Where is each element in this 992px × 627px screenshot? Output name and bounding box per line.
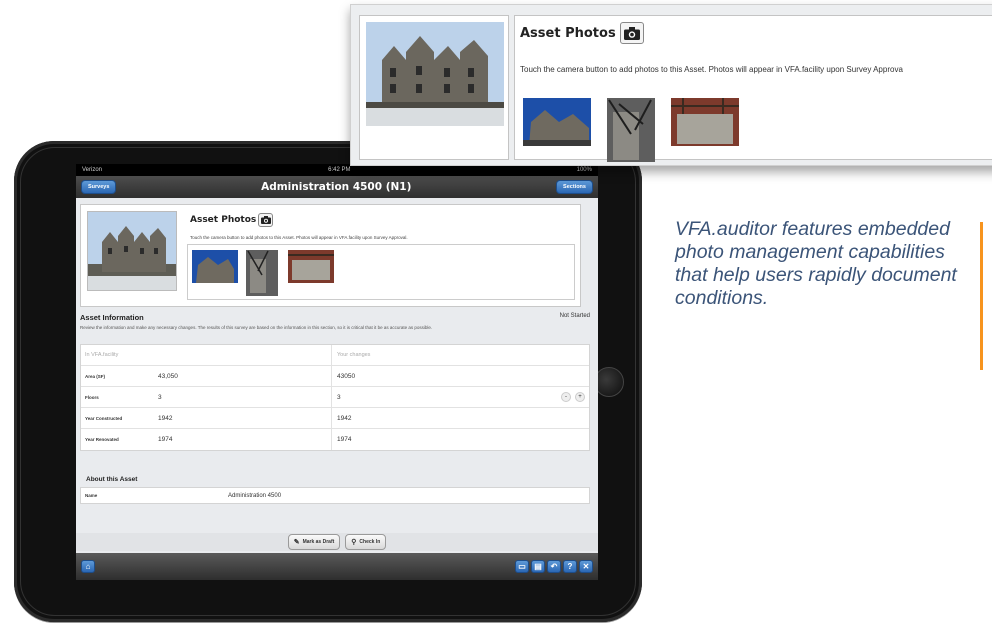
toolbar-right-group: ▭ ▤ ↶ ? ✕ (515, 560, 593, 573)
mark-as-draft-button[interactable]: ✎ Mark as Draft (287, 534, 341, 550)
asset-photos-title: Asset Photos (190, 215, 257, 225)
row-label: Area (SF) (85, 373, 106, 379)
photo-thumb-1 (192, 250, 238, 283)
name-value: Administration 4500 (228, 492, 282, 499)
mark-as-draft-label: Mark as Draft (302, 539, 335, 545)
callout-title: Asset Photos (520, 26, 616, 41)
column-changes: Your changes (337, 352, 371, 358)
row-label: Floors (85, 394, 99, 400)
row-current-value: 1942 (158, 408, 332, 428)
table-header: In VFA.facility Your changes (81, 345, 589, 366)
row-new-input[interactable]: 3 - + (332, 387, 589, 407)
zoom-callout: Asset Photos Touch the camera button to … (350, 4, 992, 166)
feature-caption: VFA.auditor features embedded photo mana… (675, 218, 957, 309)
name-label: Name (85, 493, 98, 498)
stage: Verizon 6:42 PM 100% Surveys Administrat… (0, 0, 992, 627)
callout-main-photo[interactable] (359, 15, 509, 160)
accent-bar (980, 222, 983, 370)
undo-icon[interactable]: ↶ (547, 560, 561, 573)
asset-photos-panel: Asset Photos Touch the camera button to … (80, 204, 581, 307)
decrement-button[interactable]: - (561, 392, 571, 402)
callout-photos-panel: Asset Photos Touch the camera button to … (514, 15, 992, 162)
photo-thumb-3 (288, 250, 334, 283)
nav-bar: Surveys Administration 4500 (N1) Section… (76, 176, 598, 198)
carrier-label: Verizon (82, 167, 103, 173)
row-new-input[interactable]: 1974 (332, 429, 589, 450)
notes-icon[interactable]: ▤ (531, 560, 545, 573)
page-title: Administration 4500 (N1) (261, 181, 412, 193)
check-in-label: Check In (359, 539, 381, 545)
about-heading: About this Asset (86, 476, 138, 483)
check-in-button[interactable]: ⚲ Check In (345, 534, 387, 550)
asset-main-photo[interactable] (87, 211, 177, 291)
survey-content: Asset Photos Touch the camera button to … (76, 198, 598, 530)
about-name-row: Name Administration 4500 (80, 487, 590, 504)
action-bar: ✎ Mark as Draft ⚲ Check In (76, 533, 598, 551)
row-label: Year Renovated (85, 437, 119, 442)
ipad-screen: Verizon 6:42 PM 100% Surveys Administrat… (76, 164, 598, 580)
asset-info-table: In VFA.facility Your changes Area (SF) 4… (80, 344, 590, 451)
help-icon[interactable]: ? (563, 560, 577, 573)
table-row: Area (SF) 43,050 43050 (81, 366, 589, 387)
callout-thumb-2 (607, 98, 655, 162)
home-icon[interactable]: ⌂ (81, 560, 95, 573)
photo-thumb-2 (246, 250, 278, 296)
tools-icon[interactable]: ✕ (579, 560, 593, 573)
row-label: Year Constructed (85, 415, 123, 421)
bottom-toolbar: ⌂ ▭ ▤ ↶ ? ✕ (76, 553, 598, 580)
edit-icon: ✎ (293, 539, 300, 546)
asset-info-description: Review the information and make any nece… (80, 325, 433, 330)
pin-icon: ⚲ (351, 539, 357, 546)
callout-photo-strip (523, 94, 763, 164)
table-row: Year Constructed 1942 1942 (81, 408, 589, 429)
row-new-input[interactable]: 1942 (332, 408, 589, 428)
callout-thumb-1 (523, 98, 591, 146)
camera-toolbar-icon[interactable]: ▭ (515, 560, 529, 573)
row-current-value: 1974 (158, 429, 332, 450)
camera-icon[interactable] (620, 22, 644, 44)
row-new-input[interactable]: 43050 (332, 366, 589, 386)
table-row: Year Renovated 1974 1974 (81, 429, 589, 450)
camera-icon[interactable] (258, 213, 273, 227)
photo-strip (187, 244, 575, 300)
asset-info-heading: Asset Information (80, 313, 144, 322)
column-current: In VFA.facility (81, 345, 332, 365)
callout-description: Touch the camera button to add photos to… (520, 65, 903, 74)
clock-label: 6:42 PM (328, 167, 351, 173)
ipad-device: Verizon 6:42 PM 100% Surveys Administrat… (14, 141, 642, 622)
increment-button[interactable]: + (575, 392, 585, 402)
asset-photos-description: Touch the camera button to add photos to… (190, 235, 408, 240)
home-button[interactable] (594, 367, 624, 397)
survey-status: Not Started (559, 313, 590, 319)
floors-value: 3 (337, 393, 341, 401)
callout-thumb-3 (671, 98, 739, 146)
row-current-value: 3 (158, 387, 332, 407)
sections-button[interactable]: Sections (556, 180, 593, 194)
table-row: Floors 3 3 - + (81, 387, 589, 408)
battery-label: 100% (576, 167, 592, 173)
surveys-button[interactable]: Surveys (81, 180, 117, 194)
floors-stepper: - + (561, 392, 585, 402)
row-current-value: 43,050 (158, 366, 332, 386)
